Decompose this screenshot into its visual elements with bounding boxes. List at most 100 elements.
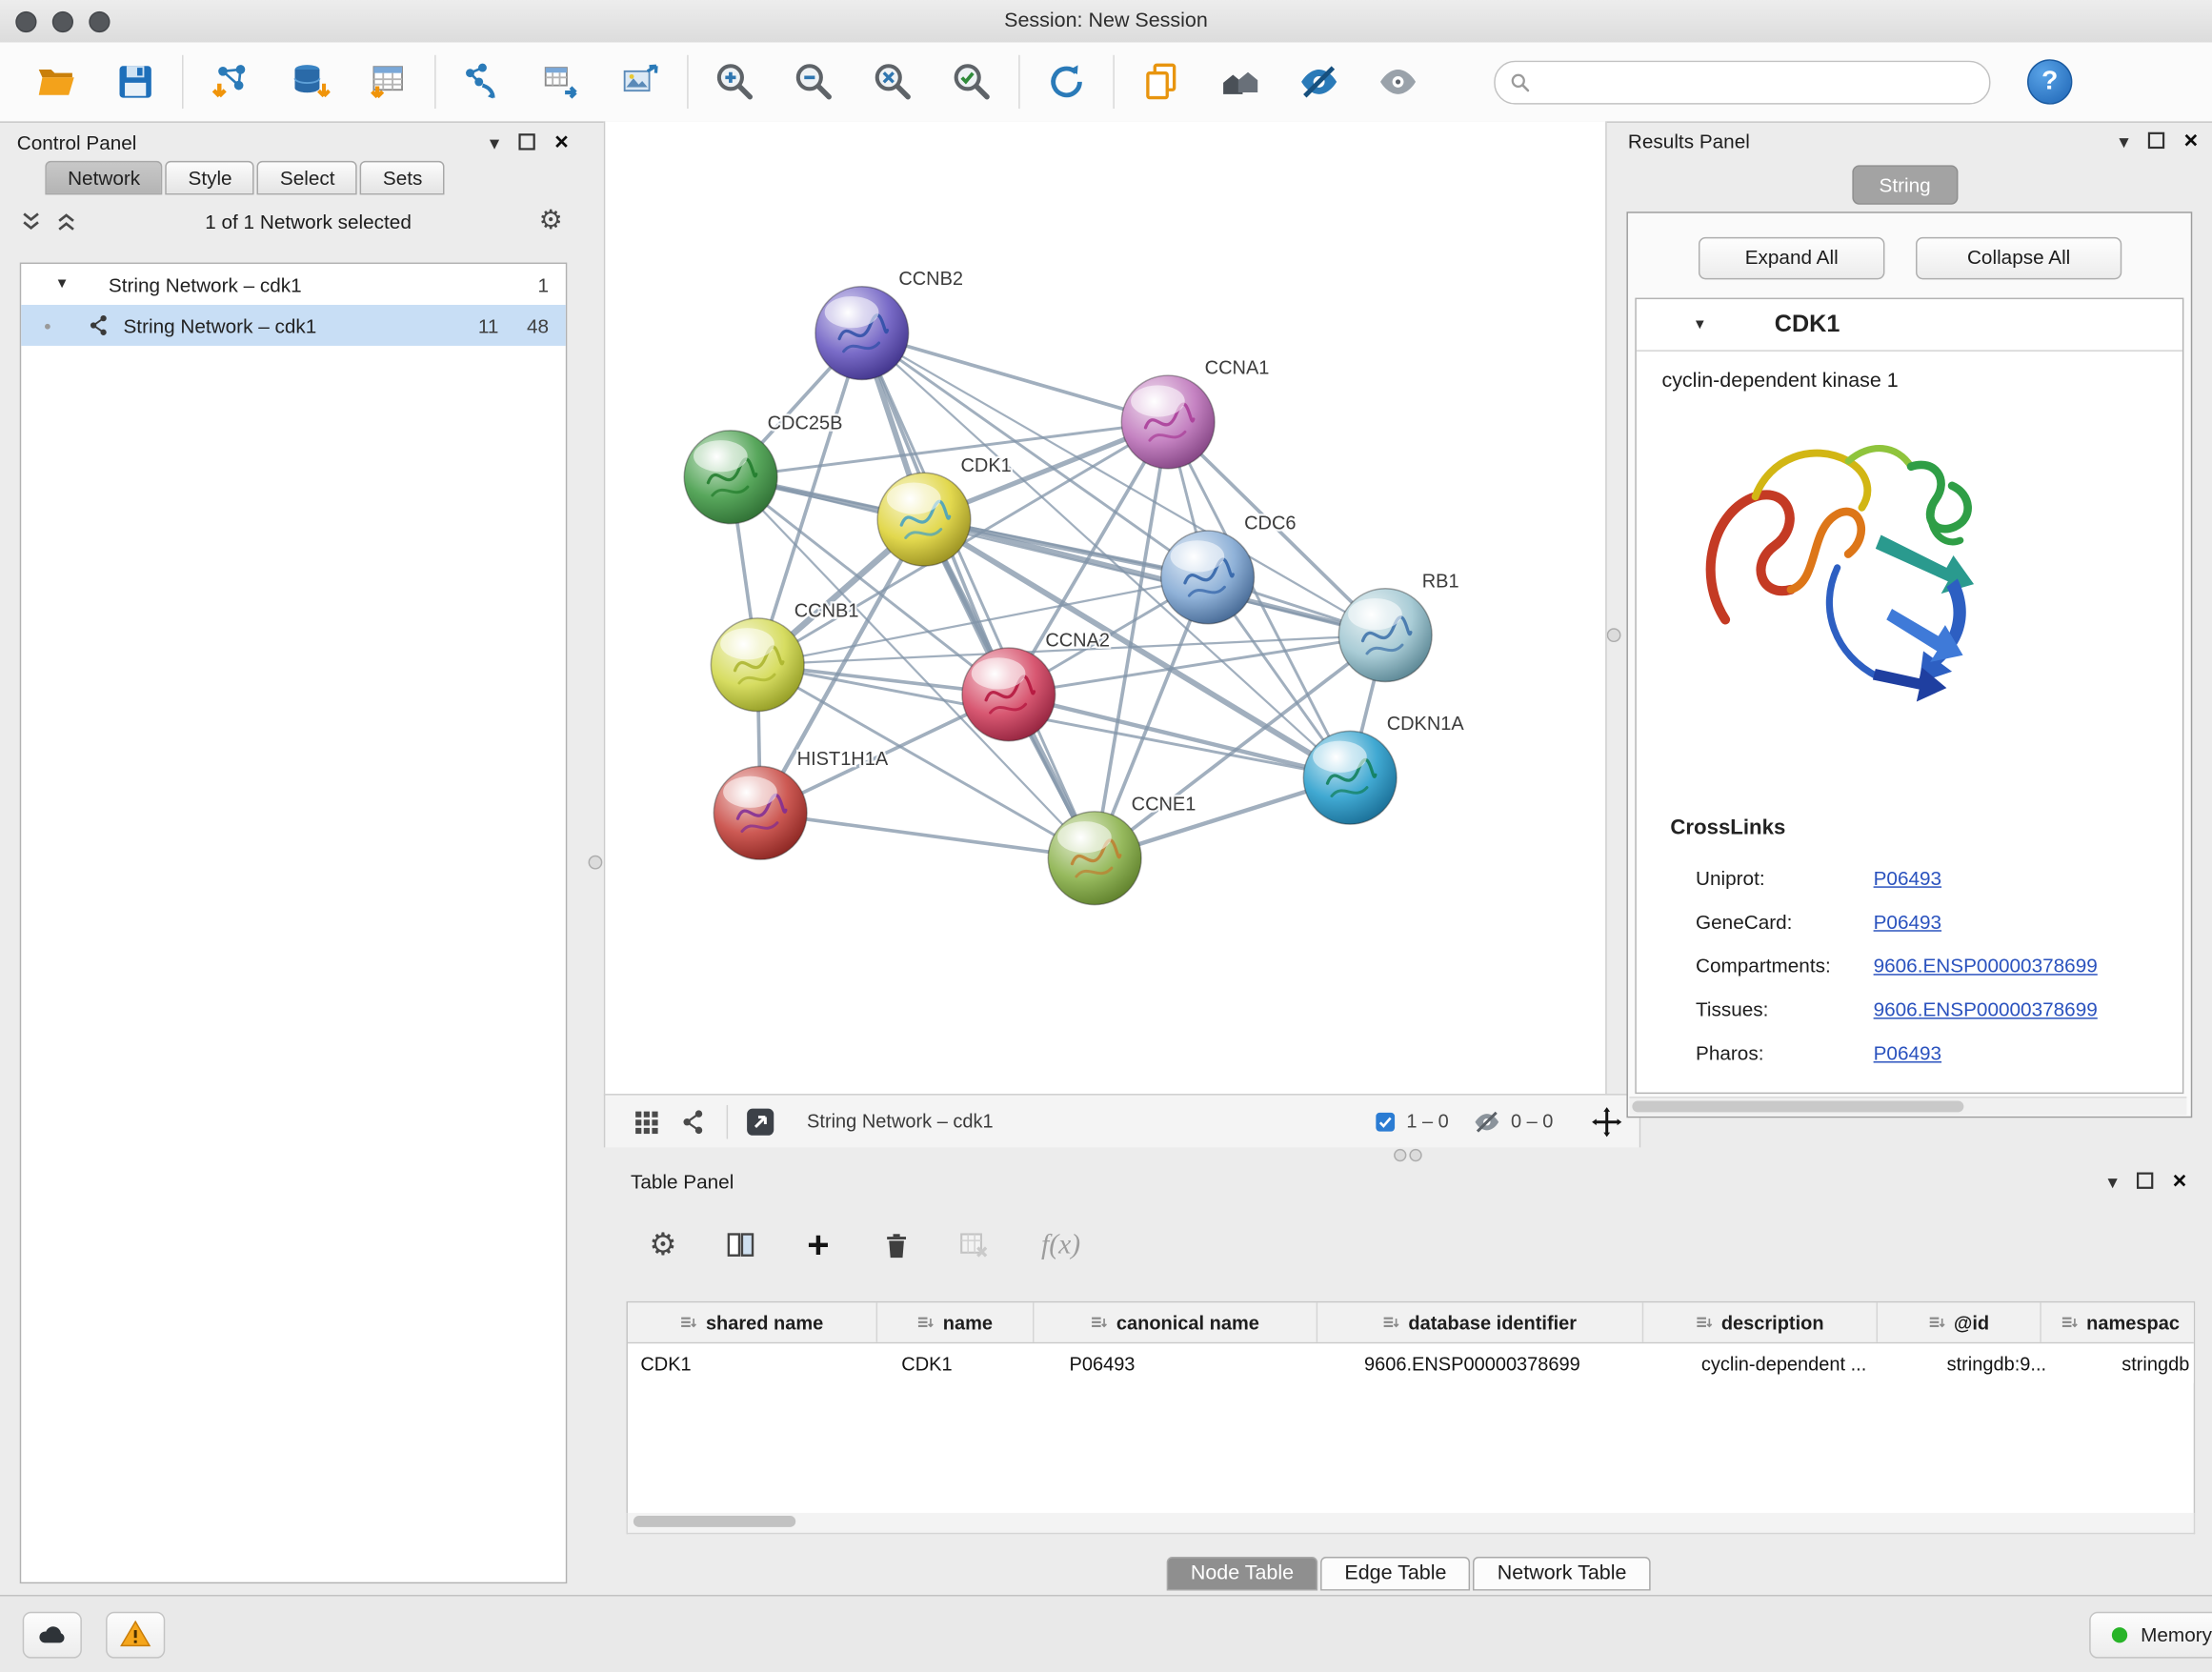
copy-button[interactable] xyxy=(1121,50,1200,114)
save-session-button[interactable] xyxy=(96,50,175,114)
network-node-CDK1[interactable] xyxy=(877,473,971,566)
cloud-status-button[interactable] xyxy=(23,1611,82,1658)
column-header[interactable]: database identifier xyxy=(1317,1302,1643,1341)
crosslink-label: Uniprot: xyxy=(1696,866,1874,889)
crosslink-label: GeneCard: xyxy=(1696,910,1874,933)
tab-edge-table[interactable]: Edge Table xyxy=(1320,1557,1470,1591)
zoom-fit-button[interactable] xyxy=(854,50,933,114)
tab-network-table[interactable]: Network Table xyxy=(1474,1557,1651,1591)
show-network-overview-button[interactable] xyxy=(1200,50,1279,114)
crosslink-link[interactable]: 9606.ENSP00000378699 xyxy=(1874,997,2098,1020)
horizontal-scrollbar-thumb[interactable] xyxy=(1632,1101,1963,1113)
tab-style[interactable]: Style xyxy=(166,161,254,195)
zoom-out-button[interactable] xyxy=(774,50,854,114)
double-chevron-down-icon[interactable] xyxy=(20,210,43,232)
tab-sets[interactable]: Sets xyxy=(360,161,445,195)
refresh-button[interactable] xyxy=(1027,50,1106,114)
warnings-button[interactable] xyxy=(106,1611,165,1658)
selected-checkbox-icon[interactable] xyxy=(1374,1110,1397,1133)
search-input[interactable] xyxy=(1542,70,1976,93)
network-node-CCNB2[interactable] xyxy=(815,287,909,380)
panel-close-icon[interactable]: × xyxy=(2183,129,2198,152)
tab-network[interactable]: Network xyxy=(45,161,162,195)
memory-button[interactable]: Memory xyxy=(2090,1611,2212,1658)
clone-network-button[interactable] xyxy=(601,50,680,114)
network-edge[interactable] xyxy=(862,333,1095,858)
panel-menu-icon[interactable]: ▾ xyxy=(2107,1171,2117,1191)
network-node-CCNE1[interactable] xyxy=(1048,812,1141,905)
network-canvas[interactable]: CCNB2CCNA1CDC25BCDK1CDC6RB1CCNB1CCNA2CDK… xyxy=(604,121,1607,1094)
network-edge[interactable] xyxy=(760,813,1095,857)
panel-float-icon[interactable] xyxy=(518,132,536,151)
network-tree-child-row[interactable]: ● String Network – cdk1 11 48 xyxy=(21,305,566,346)
zoom-selected-button[interactable] xyxy=(933,50,1012,114)
tree-expander-icon[interactable]: ▼ xyxy=(55,276,70,292)
search-box[interactable] xyxy=(1494,60,1990,104)
network-view-button[interactable] xyxy=(670,1100,717,1142)
horizontal-scrollbar-thumb[interactable] xyxy=(633,1516,795,1527)
hide-selected-button[interactable] xyxy=(1279,50,1358,114)
column-header[interactable]: namespac xyxy=(2041,1302,2200,1341)
tab-string[interactable]: String xyxy=(1852,165,1957,204)
section-expander-icon[interactable]: ▼ xyxy=(1693,317,1707,332)
column-header[interactable]: name xyxy=(877,1302,1034,1341)
network-node-RB1[interactable] xyxy=(1338,589,1432,682)
column-header[interactable]: canonical name xyxy=(1034,1302,1317,1341)
new-network-button[interactable] xyxy=(443,50,522,114)
import-network-from-database-button[interactable] xyxy=(270,50,349,114)
grid-view-button[interactable] xyxy=(622,1100,670,1142)
network-graph[interactable]: CCNB2CCNA1CDC25BCDK1CDC6RB1CCNB1CCNA2CDK… xyxy=(605,121,1605,1094)
expand-all-button[interactable]: Expand All xyxy=(1699,237,1884,279)
function-builder-button[interactable]: f(x) xyxy=(1027,1220,1095,1268)
panel-menu-icon[interactable]: ▾ xyxy=(2119,131,2128,151)
column-header[interactable]: description xyxy=(1643,1302,1878,1341)
help-icon[interactable]: ? xyxy=(2027,59,2072,104)
network-node-CCNB1[interactable] xyxy=(711,618,804,712)
horizontal-scrollbar[interactable] xyxy=(1629,1097,2186,1115)
network-node-CCNA1[interactable] xyxy=(1121,375,1215,469)
import-table-from-file-button[interactable] xyxy=(349,50,428,114)
panel-close-icon[interactable]: × xyxy=(2173,1169,2187,1193)
splitter-handle[interactable] xyxy=(589,856,603,870)
crosslink-link[interactable]: P06493 xyxy=(1874,866,1941,889)
table-row[interactable]: CDK1 CDK1 P06493 9606.ENSP00000378699 cy… xyxy=(628,1343,2194,1382)
hidden-eye-slash-icon[interactable] xyxy=(1473,1107,1501,1136)
collection-count: 1 xyxy=(538,273,550,296)
export-view-button[interactable] xyxy=(736,1100,784,1142)
network-edge[interactable] xyxy=(862,333,1168,422)
network-tree-root-row[interactable]: ▼ String Network – cdk1 1 xyxy=(21,264,566,305)
delete-column-button[interactable] xyxy=(950,1220,997,1268)
delete-row-button[interactable] xyxy=(872,1220,919,1268)
table-options-button[interactable]: ⚙ xyxy=(639,1220,687,1268)
trash-icon xyxy=(879,1229,912,1261)
network-node-CDC25B[interactable] xyxy=(684,431,777,524)
panel-close-icon[interactable]: × xyxy=(554,130,569,153)
tab-select[interactable]: Select xyxy=(257,161,357,195)
panel-float-icon[interactable] xyxy=(2136,1172,2154,1190)
network-node-CDKN1A[interactable] xyxy=(1303,731,1397,824)
crosslink-link[interactable]: P06493 xyxy=(1874,910,1941,933)
collapse-all-button[interactable]: Collapse All xyxy=(1916,237,2122,279)
column-header[interactable]: @id xyxy=(1878,1302,2041,1341)
splitter-handle[interactable] xyxy=(1607,628,1621,642)
import-network-from-file-button[interactable] xyxy=(191,50,270,114)
gear-icon[interactable]: ⚙ xyxy=(539,208,563,234)
show-columns-button[interactable] xyxy=(716,1220,764,1268)
new-network-from-table-button[interactable] xyxy=(522,50,601,114)
tab-node-table[interactable]: Node Table xyxy=(1167,1557,1318,1591)
column-header[interactable]: shared name xyxy=(628,1302,877,1341)
panel-menu-icon[interactable]: ▾ xyxy=(490,132,499,152)
crosslink-link[interactable]: 9606.ENSP00000378699 xyxy=(1874,954,2098,977)
network-node-CDC6[interactable] xyxy=(1161,531,1255,624)
panel-float-icon[interactable] xyxy=(2147,131,2165,150)
crosslink-link[interactable]: P06493 xyxy=(1874,1041,1941,1064)
double-chevron-up-icon[interactable] xyxy=(55,210,78,232)
network-node-CCNA2[interactable] xyxy=(962,648,1056,741)
show-all-button[interactable] xyxy=(1358,50,1438,114)
open-session-button[interactable] xyxy=(17,50,96,114)
horizontal-scrollbar[interactable] xyxy=(627,1513,2196,1534)
zoom-in-button[interactable] xyxy=(695,50,774,114)
crosshair-icon[interactable] xyxy=(1591,1106,1622,1138)
network-node-HIST1H1A[interactable] xyxy=(714,766,807,859)
add-column-button[interactable]: + xyxy=(794,1220,842,1268)
